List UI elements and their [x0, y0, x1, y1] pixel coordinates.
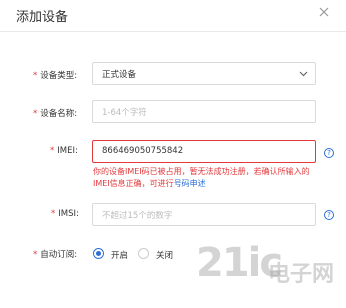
device-name-placeholder: 1-64个字符 — [102, 108, 147, 118]
device-type-value: 正式设备 — [102, 70, 137, 80]
device-type-select[interactable]: 正式设备 — [92, 62, 316, 85]
imsi-placeholder: 不超过15个的数字 — [102, 211, 173, 221]
required-mark: * — [33, 71, 38, 81]
appeal-link[interactable]: 号码申述 — [174, 179, 206, 188]
required-mark: * — [50, 146, 55, 156]
radio-on[interactable] — [93, 248, 104, 259]
radio-on-label: 开启 — [111, 251, 129, 261]
watermark-logo: 21ic 电子网 — [196, 236, 346, 308]
device-type-label: * 设备类型: — [33, 71, 78, 81]
required-mark: * — [33, 250, 38, 260]
question-circle-icon[interactable]: ? — [324, 210, 334, 220]
imsi-label: * IMSI: — [51, 209, 79, 219]
imei-input[interactable]: 866469050755842 — [92, 140, 316, 163]
radio-off[interactable] — [138, 248, 149, 259]
device-name-input[interactable]: 1-64个字符 — [92, 100, 316, 123]
required-mark: * — [33, 109, 38, 119]
close-icon[interactable] — [318, 6, 330, 18]
dialog-title: 添加设备 — [16, 10, 69, 25]
imei-label: * IMEI: — [50, 146, 78, 156]
watermark-brand-text: 电子网 — [268, 262, 335, 287]
dialog-header: 添加设备 — [0, 0, 346, 30]
required-mark: * — [51, 209, 56, 219]
imei-value: 866469050755842 — [102, 146, 184, 156]
device-name-label: * 设备名称: — [33, 109, 78, 119]
auto-subscribe-label: * 自动订阅: — [33, 250, 78, 260]
header-divider — [0, 31, 346, 32]
question-circle-icon[interactable]: ? — [324, 148, 334, 158]
imsi-input[interactable]: 不超过15个的数字 — [92, 203, 316, 226]
imei-error-message: 你的设备IMEI码已被占用，暂无法成功注册，若确认所输入的IMEI信息正确，可进… — [93, 166, 321, 189]
radio-off-label: 关闭 — [156, 251, 174, 261]
chevron-down-icon — [299, 71, 308, 77]
